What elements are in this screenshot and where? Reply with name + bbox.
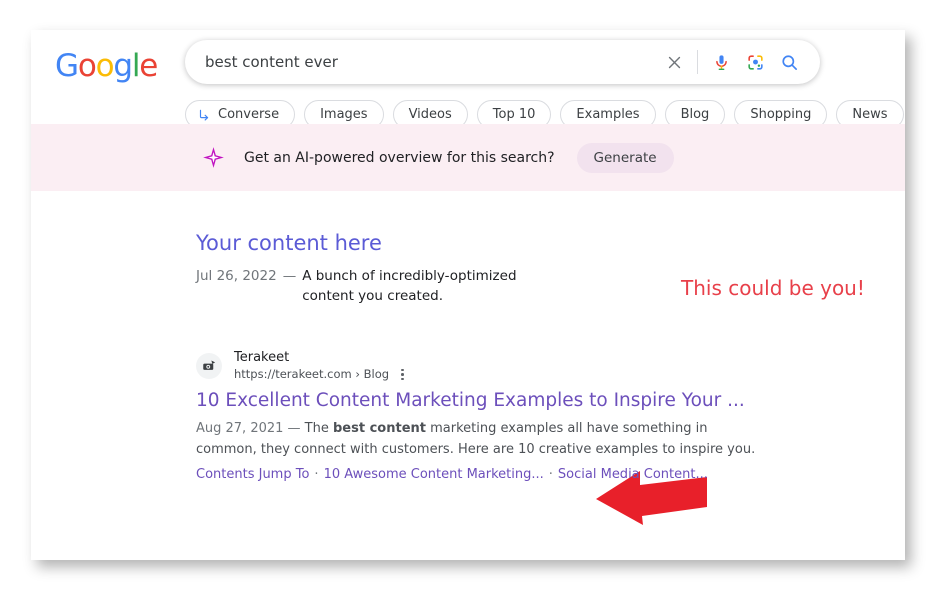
menu-dot <box>401 373 404 376</box>
chip-label: Videos <box>408 107 452 122</box>
snippet-text-before: The <box>304 421 333 437</box>
search-divider <box>697 50 698 74</box>
terakeet-favicon <box>196 352 222 379</box>
result-url: https://terakeet.com › Blog <box>234 366 390 381</box>
user-result-dash: — <box>282 268 297 285</box>
result-sitelinks: Contents Jump To · 10 Awesome Content Mark… <box>196 465 756 485</box>
chip-label: Shopping <box>750 107 812 122</box>
google-lens-button[interactable] <box>738 40 772 84</box>
search-input[interactable]: best content ever <box>185 53 657 71</box>
sitelink-item[interactable]: Social Media Content... <box>558 467 708 482</box>
chip-label: Blog <box>680 107 710 122</box>
microphone-icon <box>715 54 727 70</box>
clear-search-button[interactable] <box>657 40 691 84</box>
menu-dot <box>401 377 404 381</box>
snippet-date: Aug 27, 2021 — <box>196 421 305 437</box>
generate-button-label: Generate <box>593 149 657 166</box>
ai-banner-text: Get an AI-powered overview for this sear… <box>244 149 555 166</box>
ai-overview-banner: Get an AI-powered overview for this sear… <box>31 124 905 191</box>
chip-label: Images <box>320 107 368 122</box>
annotation-text: This could be you! <box>681 276 865 300</box>
organic-result-snippet: Aug 27, 2021 — The best content marketin… <box>196 419 756 460</box>
menu-dot <box>401 368 404 372</box>
more-options-icon[interactable] <box>398 367 407 383</box>
sitelink-item[interactable]: Contents Jump To <box>196 467 309 482</box>
logo-letter: G <box>55 48 79 84</box>
voice-search-button[interactable] <box>704 40 738 84</box>
user-result-date: Jul 26, 2022 <box>196 268 277 285</box>
user-result-title-link[interactable]: Your content here <box>196 231 596 256</box>
organic-search-result: Terakeet https://terakeet.com › Blog 10 … <box>196 349 756 485</box>
result-site-meta: Terakeet https://terakeet.com › Blog <box>234 349 407 382</box>
logo-letter: o <box>95 48 115 84</box>
converse-arrow-icon <box>197 108 211 122</box>
user-result-body: Jul 26, 2022 — A bunch of incredibly-opt… <box>196 266 596 307</box>
snippet-highlight: best content <box>332 421 426 437</box>
search-header: Google best content ever Converse Images… <box>31 30 905 129</box>
chip-label: Examples <box>576 107 640 122</box>
sitelink-separator: · <box>314 467 319 483</box>
chip-label: Converse <box>218 107 280 122</box>
logo-letter: e <box>139 48 158 84</box>
sitelink-separator: · <box>548 467 553 483</box>
ai-sparkle-icon <box>202 146 225 169</box>
google-logo[interactable]: Google <box>55 48 158 84</box>
logo-letter: o <box>77 48 97 84</box>
search-icon <box>781 54 797 70</box>
result-url-row: https://terakeet.com › Blog <box>234 367 407 383</box>
chip-label: Top 10 <box>492 107 536 122</box>
organic-result-title-link[interactable]: 10 Excellent Content Marketing Examples … <box>196 389 756 413</box>
close-icon <box>668 56 680 68</box>
generate-button[interactable]: Generate <box>576 142 674 173</box>
search-submit-button[interactable] <box>772 40 806 84</box>
result-site-row: Terakeet https://terakeet.com › Blog <box>196 349 756 382</box>
logo-letter: g <box>113 48 133 84</box>
chip-label: News <box>852 107 888 122</box>
user-result-snippet: A bunch of incredibly-optimized content … <box>302 268 517 305</box>
result-site-name: Terakeet <box>234 350 290 365</box>
results-area: Your content here Jul 26, 2022 — A bunch… <box>31 191 905 560</box>
sitelink-item[interactable]: 10 Awesome Content Marketing... <box>324 467 544 482</box>
google-lens-icon <box>747 54 763 70</box>
user-search-result: Your content here Jul 26, 2022 — A bunch… <box>196 231 596 307</box>
search-box[interactable]: best content ever <box>185 40 820 84</box>
